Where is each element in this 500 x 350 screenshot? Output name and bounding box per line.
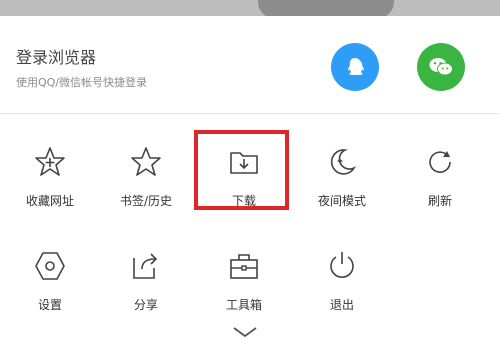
login-subtitle: 使用QQ/微信帐号快捷登录 <box>16 76 148 89</box>
qq-icon <box>348 58 364 75</box>
menu-item-exit[interactable]: 退出 <box>292 246 392 313</box>
power-icon <box>322 246 362 286</box>
moon-icon <box>322 142 362 182</box>
refresh-icon <box>420 142 460 182</box>
star-plus-icon <box>30 142 70 182</box>
menu-item-toolbox[interactable]: 工具箱 <box>194 246 294 313</box>
qq-login-button[interactable] <box>331 43 379 91</box>
menu-item-label: 书签/历史 <box>119 194 173 208</box>
menu-item-settings[interactable]: 设置 <box>0 246 100 313</box>
toolbox-icon <box>224 246 264 286</box>
login-title[interactable]: 登录浏览器 <box>16 44 96 68</box>
wechat-icon <box>429 58 453 76</box>
star-icon <box>126 142 166 182</box>
menu-item-label: 刷新 <box>427 194 452 208</box>
menu-item-favorites[interactable]: 收藏网址 <box>0 142 100 209</box>
settings-hexagon-icon <box>30 246 70 286</box>
menu-item-label: 夜间模式 <box>317 194 366 208</box>
menu-item-bookmarks-history[interactable]: 书签/历史 <box>96 142 196 209</box>
chevron-down-icon[interactable] <box>231 324 259 340</box>
menu-item-label: 工具箱 <box>225 298 262 312</box>
menu-item-night-mode[interactable]: 夜间模式 <box>292 142 392 209</box>
menu-item-label: 退出 <box>329 298 354 312</box>
divider <box>0 113 500 114</box>
status-bar <box>0 0 500 16</box>
menu-item-share[interactable]: 分享 <box>96 246 196 313</box>
menu-item-label: 设置 <box>37 298 62 312</box>
menu-item-refresh[interactable]: 刷新 <box>390 142 490 209</box>
download-highlight-box <box>194 130 289 210</box>
menu-item-label: 分享 <box>133 298 158 312</box>
wechat-login-button[interactable] <box>417 43 465 91</box>
share-icon <box>126 246 166 286</box>
menu-item-label: 收藏网址 <box>25 194 74 208</box>
